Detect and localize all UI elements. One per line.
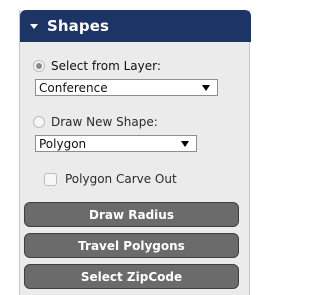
draw-new-shape-option[interactable]: Draw New Shape: xyxy=(33,115,158,129)
panel-title: Shapes xyxy=(47,17,110,35)
caret-down-icon[interactable] xyxy=(30,24,38,29)
shapes-panel-header[interactable]: Shapes xyxy=(20,10,251,42)
select-zipcode-button[interactable]: Select ZipCode xyxy=(24,264,239,289)
draw-new-shape-label: Draw New Shape: xyxy=(51,115,158,129)
shape-type-select-value: Polygon xyxy=(39,136,87,151)
dropdown-arrow-icon xyxy=(202,85,210,91)
select-from-layer-radio[interactable] xyxy=(33,60,45,72)
select-from-layer-label: Select from Layer: xyxy=(51,59,161,73)
layer-select[interactable]: Conference xyxy=(35,79,218,96)
layer-select-value: Conference xyxy=(39,80,108,95)
polygon-carve-out-checkbox[interactable] xyxy=(44,172,57,186)
draw-new-shape-radio[interactable] xyxy=(33,116,45,128)
draw-radius-button[interactable]: Draw Radius xyxy=(24,202,239,227)
shape-type-select[interactable]: Polygon xyxy=(35,135,197,152)
dropdown-arrow-icon xyxy=(181,141,189,147)
polygon-carve-out-label: Polygon Carve Out xyxy=(65,172,177,186)
shapes-panel: Shapes Select from Layer: Conference Dra… xyxy=(19,10,251,295)
select-from-layer-option[interactable]: Select from Layer: xyxy=(33,59,161,73)
polygon-carve-out-option[interactable]: Polygon Carve Out xyxy=(44,172,177,186)
travel-polygons-button[interactable]: Travel Polygons xyxy=(24,233,239,258)
